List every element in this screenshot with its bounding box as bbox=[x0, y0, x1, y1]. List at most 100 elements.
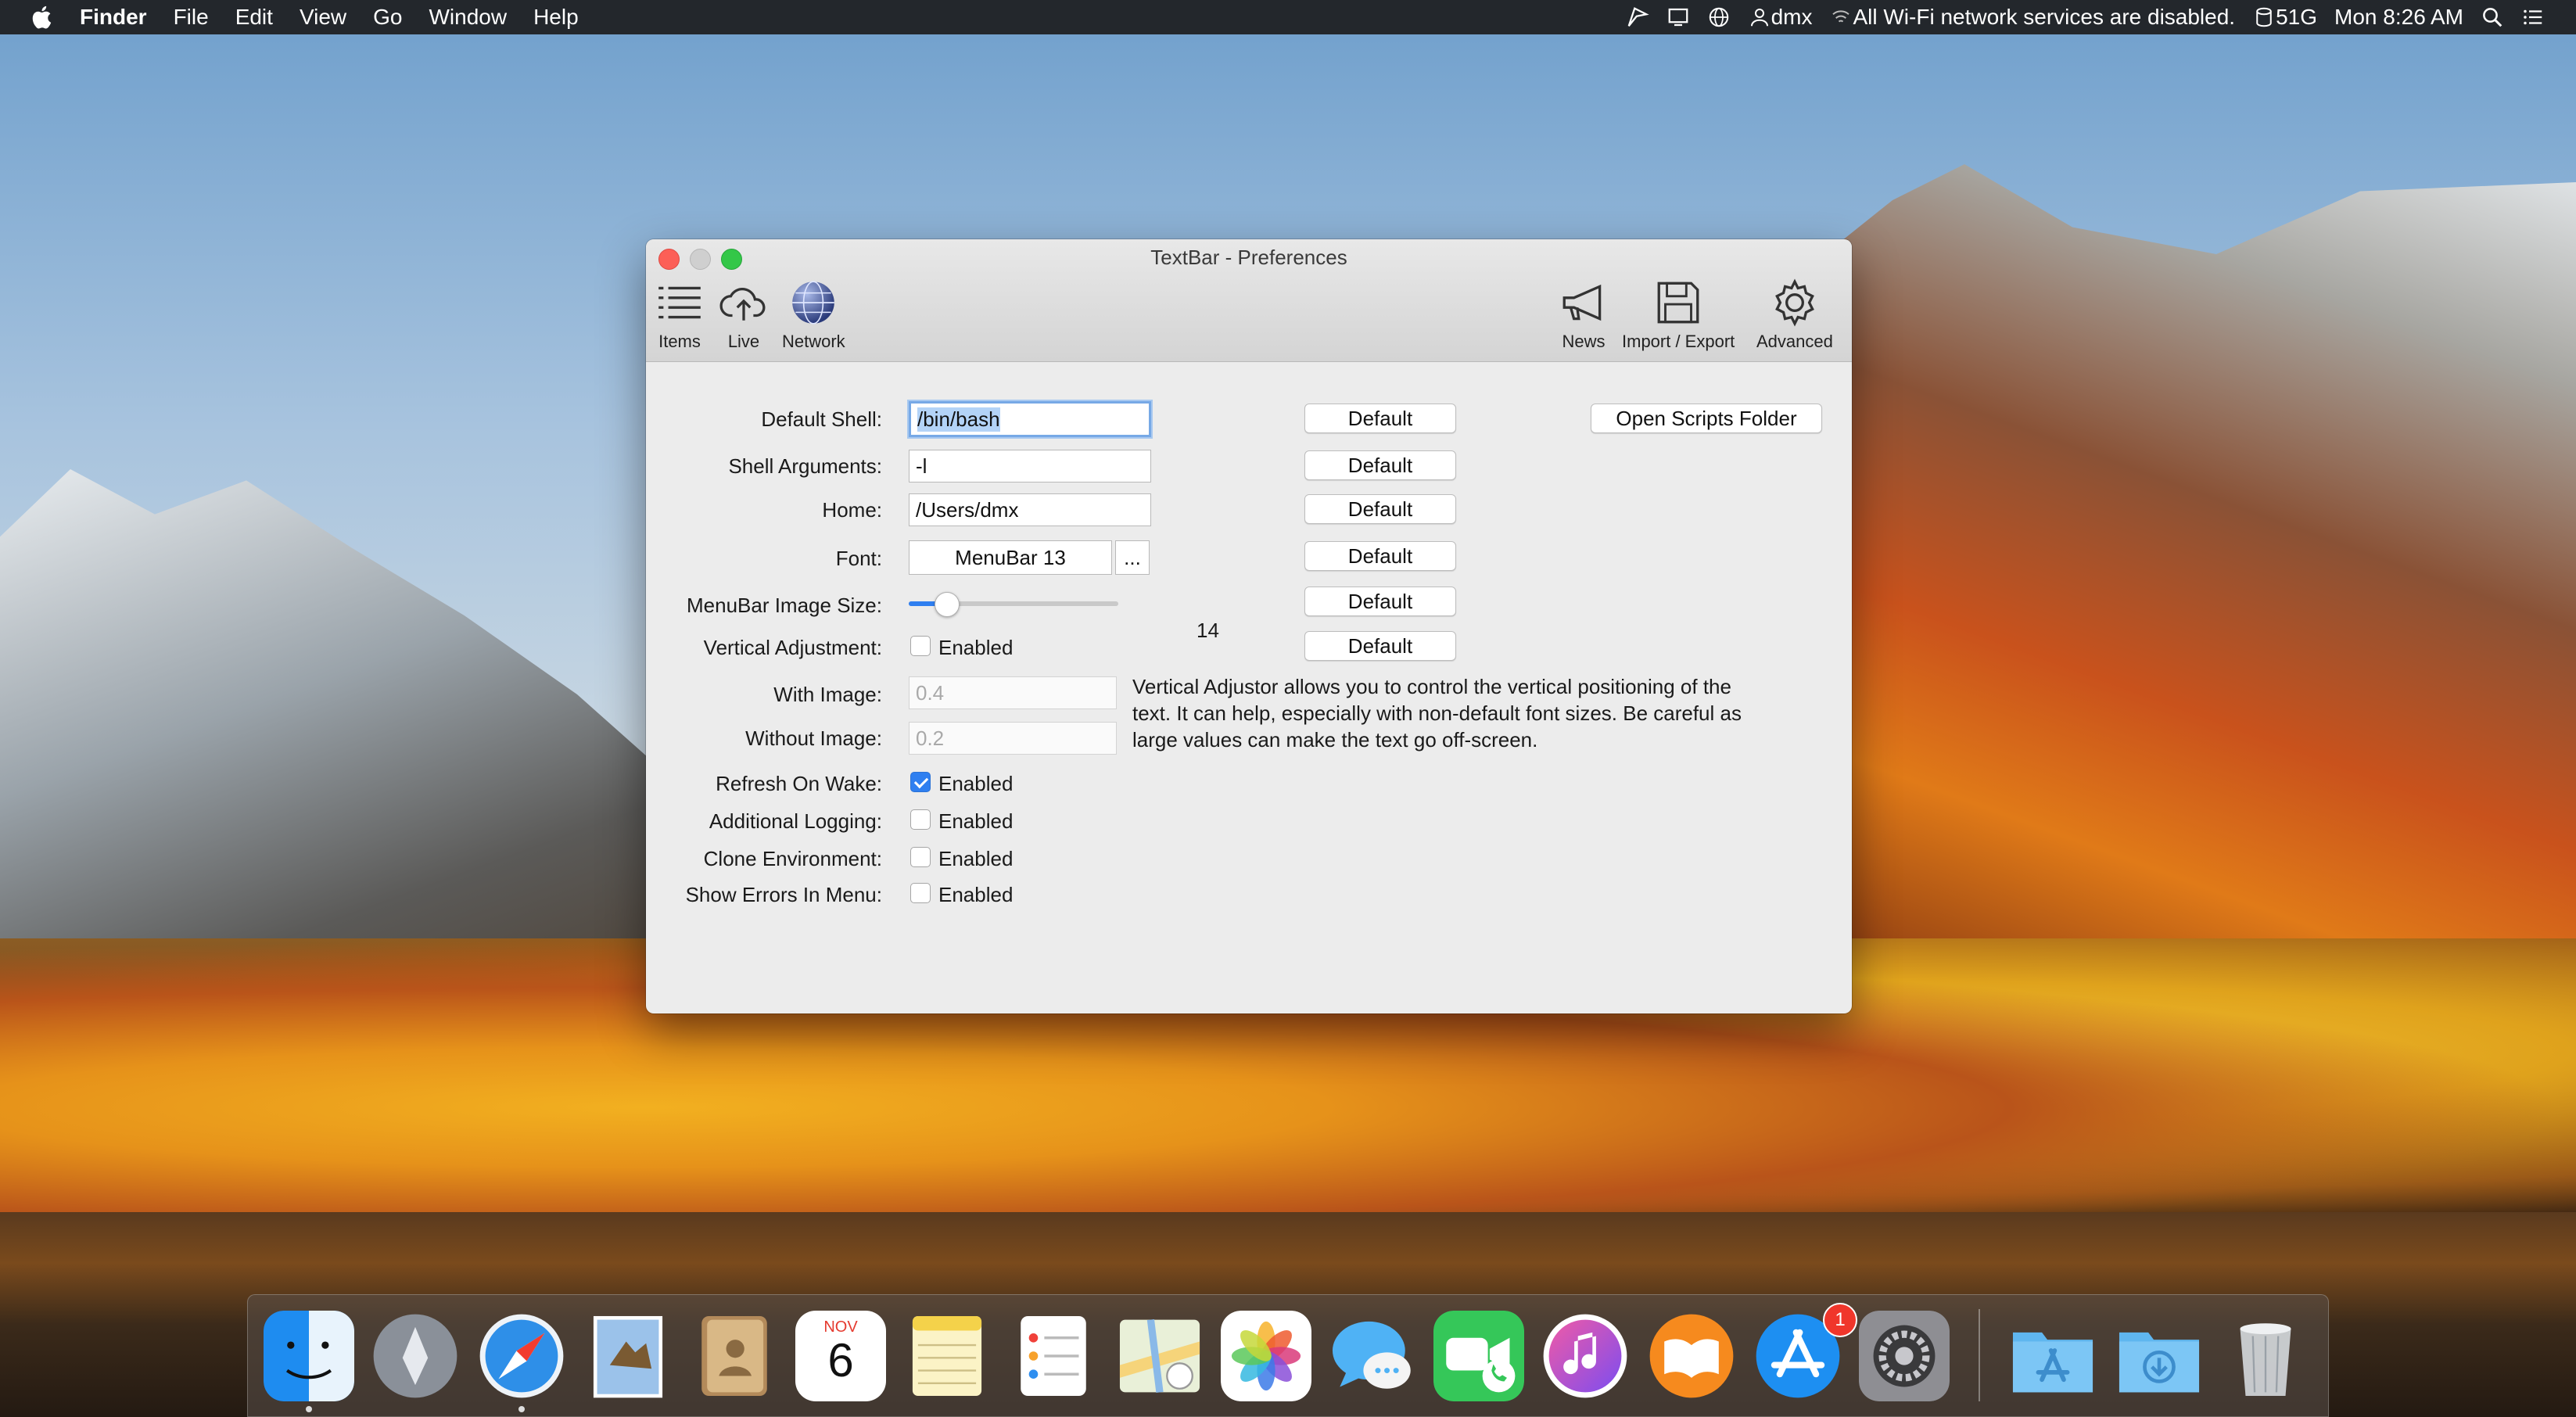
finder-icon[interactable] bbox=[264, 1311, 354, 1401]
menu-edit[interactable]: Edit bbox=[235, 5, 273, 30]
menu-file[interactable]: File bbox=[174, 5, 209, 30]
toolbar-news-label: News bbox=[1562, 332, 1606, 351]
spotlight-search-icon[interactable] bbox=[2481, 5, 2504, 29]
toolbar-network-button[interactable]: Network bbox=[782, 277, 845, 352]
toolbar-live-button[interactable]: Live bbox=[718, 277, 770, 352]
system-preferences-icon[interactable] bbox=[1859, 1311, 1950, 1401]
menubar-image-size-label: MenuBar Image Size: bbox=[686, 594, 882, 617]
facetime-icon[interactable] bbox=[1433, 1311, 1524, 1401]
menu-view[interactable]: View bbox=[300, 5, 346, 30]
refresh-on-wake-enabled-label: Enabled bbox=[938, 772, 1014, 795]
shell-arguments-default-button[interactable]: Default bbox=[1304, 450, 1456, 480]
toolbar-news-button[interactable]: News bbox=[1558, 277, 1609, 352]
window-titlebar: TextBar - Preferences Items Live Network… bbox=[646, 239, 1852, 362]
messages-icon[interactable] bbox=[1327, 1311, 1418, 1401]
wifi-off-icon bbox=[1832, 10, 1850, 23]
globe-icon[interactable] bbox=[1707, 5, 1731, 29]
toolbar-advanced-label: Advanced bbox=[1756, 332, 1833, 351]
user-icon bbox=[1750, 9, 1768, 27]
list-icon bbox=[658, 286, 701, 319]
without-image-label: Without Image: bbox=[745, 726, 882, 750]
safari-icon[interactable] bbox=[476, 1311, 567, 1401]
user-menu[interactable]: dmx bbox=[1748, 5, 1813, 30]
notes-icon[interactable] bbox=[902, 1311, 992, 1401]
app-store-badge: 1 bbox=[1823, 1303, 1857, 1337]
disk-status[interactable]: 51G bbox=[2252, 5, 2317, 30]
ibooks-icon[interactable] bbox=[1646, 1311, 1737, 1401]
preferences-window: TextBar - Preferences Items Live Network… bbox=[646, 239, 1852, 1013]
default-shell-input[interactable]: /bin/bash bbox=[909, 401, 1151, 437]
downloads-folder-icon[interactable] bbox=[2114, 1311, 2205, 1401]
contacts-icon[interactable] bbox=[689, 1311, 780, 1401]
show-errors-in-menu-checkbox[interactable] bbox=[910, 883, 931, 903]
image-size-default-button[interactable]: Default bbox=[1304, 587, 1456, 616]
menu-help[interactable]: Help bbox=[533, 5, 579, 30]
shell-arguments-input[interactable]: -l bbox=[909, 450, 1151, 482]
additional-logging-enabled-label: Enabled bbox=[938, 809, 1014, 833]
clock[interactable]: Mon 8:26 AM bbox=[2334, 5, 2463, 30]
menu-window[interactable]: Window bbox=[429, 5, 507, 30]
window-title: TextBar - Preferences bbox=[1150, 246, 1347, 269]
gear-icon bbox=[1775, 278, 1814, 327]
image-size-slider-knob[interactable] bbox=[935, 592, 960, 617]
refresh-on-wake-checkbox[interactable] bbox=[910, 772, 931, 792]
home-label: Home: bbox=[822, 498, 882, 522]
display-icon[interactable] bbox=[1667, 5, 1690, 29]
itunes-icon[interactable] bbox=[1540, 1311, 1631, 1401]
dock: NOV 6 1 bbox=[247, 1294, 2329, 1417]
with-image-input[interactable]: 0.4 bbox=[909, 676, 1117, 709]
wifi-status-text: All Wi-Fi network services are disabled. bbox=[1853, 5, 2236, 29]
default-shell-label: Default Shell: bbox=[761, 407, 882, 431]
font-default-button[interactable]: Default bbox=[1304, 541, 1456, 571]
default-shell-value: /bin/bash bbox=[917, 407, 1000, 432]
reminders-icon[interactable] bbox=[1008, 1311, 1099, 1401]
mail-icon[interactable] bbox=[583, 1311, 673, 1401]
wifi-status[interactable]: All Wi-Fi network services are disabled. bbox=[1829, 5, 2235, 30]
maps-icon[interactable] bbox=[1114, 1311, 1205, 1401]
floppy-disk-icon bbox=[1657, 282, 1699, 324]
calendar-day: 6 bbox=[827, 1334, 854, 1387]
toolbar-items-button[interactable]: Items bbox=[654, 277, 705, 352]
home-input[interactable]: /Users/dmx bbox=[909, 493, 1151, 526]
menu-finder[interactable]: Finder bbox=[80, 5, 147, 30]
home-default-button[interactable]: Default bbox=[1304, 494, 1456, 524]
megaphone-icon bbox=[1562, 284, 1602, 321]
font-label: Font: bbox=[835, 547, 882, 570]
open-scripts-folder-button[interactable]: Open Scripts Folder bbox=[1591, 404, 1822, 433]
font-picker-button[interactable]: ... bbox=[1115, 540, 1150, 575]
vertical-adjustor-help-text: Vertical Adjustor allows you to control … bbox=[1132, 673, 1805, 753]
vertical-adjustment-checkbox[interactable] bbox=[910, 636, 931, 656]
preferences-content: Default Shell: /bin/bash Default Open Sc… bbox=[646, 362, 1852, 1013]
user-name: dmx bbox=[1771, 5, 1813, 29]
additional-logging-label: Additional Logging: bbox=[709, 809, 882, 833]
vertical-adjustment-default-button[interactable]: Default bbox=[1304, 631, 1456, 661]
with-image-label: With Image: bbox=[773, 683, 882, 706]
clone-environment-label: Clone Environment: bbox=[703, 847, 882, 870]
calendar-icon[interactable]: NOV 6 bbox=[795, 1311, 886, 1401]
cloud-upload-icon bbox=[719, 287, 766, 321]
clone-environment-checkbox[interactable] bbox=[910, 847, 931, 867]
menu-go[interactable]: Go bbox=[373, 5, 402, 30]
font-display-field[interactable]: MenuBar 13 bbox=[909, 540, 1112, 575]
dock-separator bbox=[1979, 1309, 1980, 1401]
toolbar-advanced-button[interactable]: Advanced bbox=[1756, 277, 1833, 352]
notification-center-icon[interactable] bbox=[2521, 5, 2545, 29]
disk-icon bbox=[2256, 7, 2272, 27]
applications-folder-icon[interactable] bbox=[2007, 1311, 2098, 1401]
help-text-line: large values can make the text go off-sc… bbox=[1132, 728, 1538, 752]
default-shell-default-button[interactable]: Default bbox=[1304, 404, 1456, 433]
launchpad-icon[interactable] bbox=[370, 1311, 461, 1401]
additional-logging-checkbox[interactable] bbox=[910, 809, 931, 830]
without-image-input[interactable]: 0.2 bbox=[909, 722, 1117, 755]
disk-free-text: 51G bbox=[2276, 5, 2318, 29]
refresh-on-wake-label: Refresh On Wake: bbox=[716, 772, 882, 795]
photos-icon[interactable] bbox=[1221, 1311, 1311, 1401]
help-text-line: Vertical Adjustor allows you to control … bbox=[1132, 675, 1731, 698]
vertical-adjustment-label: Vertical Adjustment: bbox=[703, 636, 882, 659]
toolbar-import-export-button[interactable]: Import / Export bbox=[1622, 277, 1735, 352]
toolbar-live-label: Live bbox=[727, 332, 760, 351]
location-flag-icon[interactable] bbox=[1626, 5, 1649, 29]
trash-icon[interactable] bbox=[2220, 1311, 2311, 1401]
apple-icon[interactable] bbox=[30, 4, 56, 30]
menu-bar: Finder File Edit View Go Window Help dmx bbox=[0, 0, 2576, 34]
